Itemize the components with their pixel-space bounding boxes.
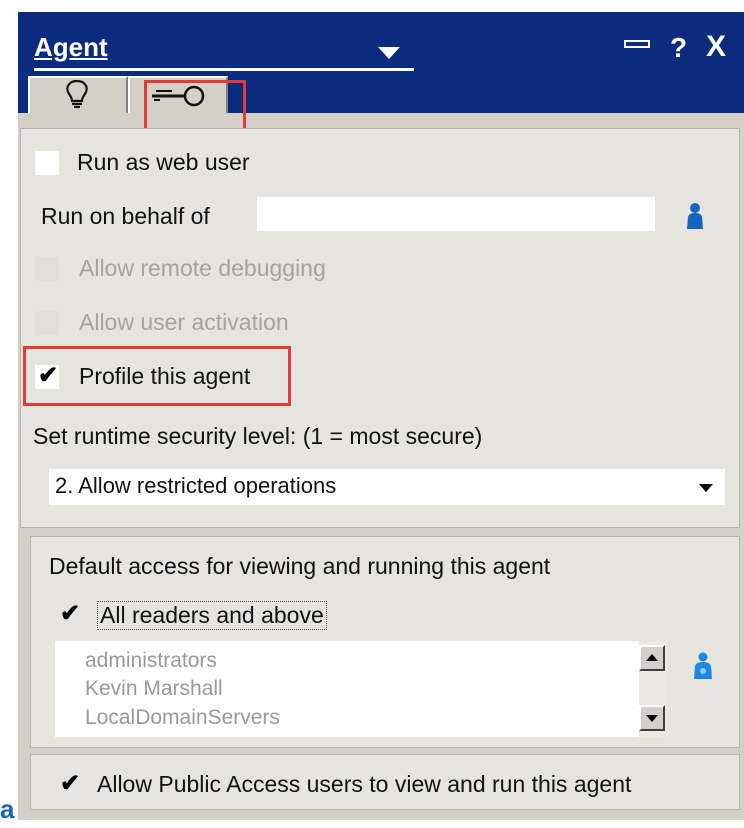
all-readers-label: All readers and above bbox=[97, 601, 327, 630]
security-level-select[interactable]: 2. Allow restricted operations bbox=[49, 469, 725, 505]
key-icon bbox=[152, 85, 205, 107]
run-as-web-user-checkbox[interactable] bbox=[35, 151, 59, 175]
check-icon: ✔ bbox=[60, 770, 81, 797]
agent-properties-dialog: Agent ? X Run as web user Run on behalf … bbox=[18, 12, 744, 820]
list-item[interactable]: Kevin Marshall bbox=[85, 677, 223, 701]
check-icon: ✔ bbox=[38, 362, 59, 389]
tab-security[interactable] bbox=[128, 76, 228, 113]
allow-user-activation-label: Allow user activation bbox=[79, 309, 289, 335]
profile-agent-label: Profile this agent bbox=[79, 363, 251, 389]
allow-user-activation-checkbox[interactable] bbox=[35, 311, 59, 335]
all-readers-checkbox[interactable]: ✔ bbox=[57, 600, 81, 627]
check-icon: ✔ bbox=[60, 600, 81, 627]
agent-title-dropdown[interactable]: Agent bbox=[34, 28, 414, 72]
list-item[interactable]: administrators bbox=[85, 649, 217, 673]
run-as-web-user-label: Run as web user bbox=[77, 149, 250, 175]
minimize-icon[interactable] bbox=[624, 40, 650, 48]
arrow-up-icon bbox=[646, 654, 658, 661]
tab-basics[interactable] bbox=[28, 76, 128, 113]
allow-remote-debugging-checkbox[interactable] bbox=[35, 257, 59, 281]
header-bar: Agent ? X bbox=[18, 12, 744, 113]
scroll-up-button[interactable] bbox=[639, 645, 665, 671]
help-icon[interactable]: ? bbox=[670, 32, 687, 64]
group-picker-icon[interactable] bbox=[691, 651, 715, 683]
person-picker-icon[interactable] bbox=[685, 201, 705, 233]
lightbulb-icon bbox=[66, 79, 88, 109]
default-access-group: Default access for viewing and running t… bbox=[30, 536, 740, 748]
security-options-group: Run as web user Run on behalf of Allow r… bbox=[20, 128, 740, 528]
edge-text: a bbox=[0, 794, 15, 824]
allow-remote-debugging-label: Allow remote debugging bbox=[79, 255, 326, 281]
run-on-behalf-input[interactable] bbox=[257, 197, 655, 231]
run-on-behalf-label: Run on behalf of bbox=[41, 203, 210, 229]
public-access-label: Allow Public Access users to view and ru… bbox=[97, 771, 632, 797]
public-access-group: ✔ Allow Public Access users to view and … bbox=[30, 754, 740, 810]
profile-agent-checkbox[interactable]: ✔ bbox=[35, 362, 59, 389]
chevron-down-icon bbox=[699, 484, 713, 492]
close-icon[interactable]: X bbox=[706, 30, 726, 64]
scroll-down-button[interactable] bbox=[639, 705, 665, 731]
public-access-checkbox[interactable]: ✔ bbox=[57, 770, 81, 797]
dialog-title: Agent bbox=[34, 32, 108, 62]
security-level-label: Set runtime security level: (1 = most se… bbox=[33, 423, 483, 449]
security-level-value: 2. Allow restricted operations bbox=[55, 473, 337, 498]
readers-list[interactable]: administrators Kevin Marshall LocalDomai… bbox=[55, 641, 667, 737]
default-access-title: Default access for viewing and running t… bbox=[49, 553, 551, 579]
list-item[interactable]: LocalDomainServers bbox=[85, 706, 280, 730]
title-underline bbox=[34, 68, 414, 71]
arrow-down-icon bbox=[646, 715, 658, 722]
chevron-down-icon bbox=[378, 47, 400, 59]
